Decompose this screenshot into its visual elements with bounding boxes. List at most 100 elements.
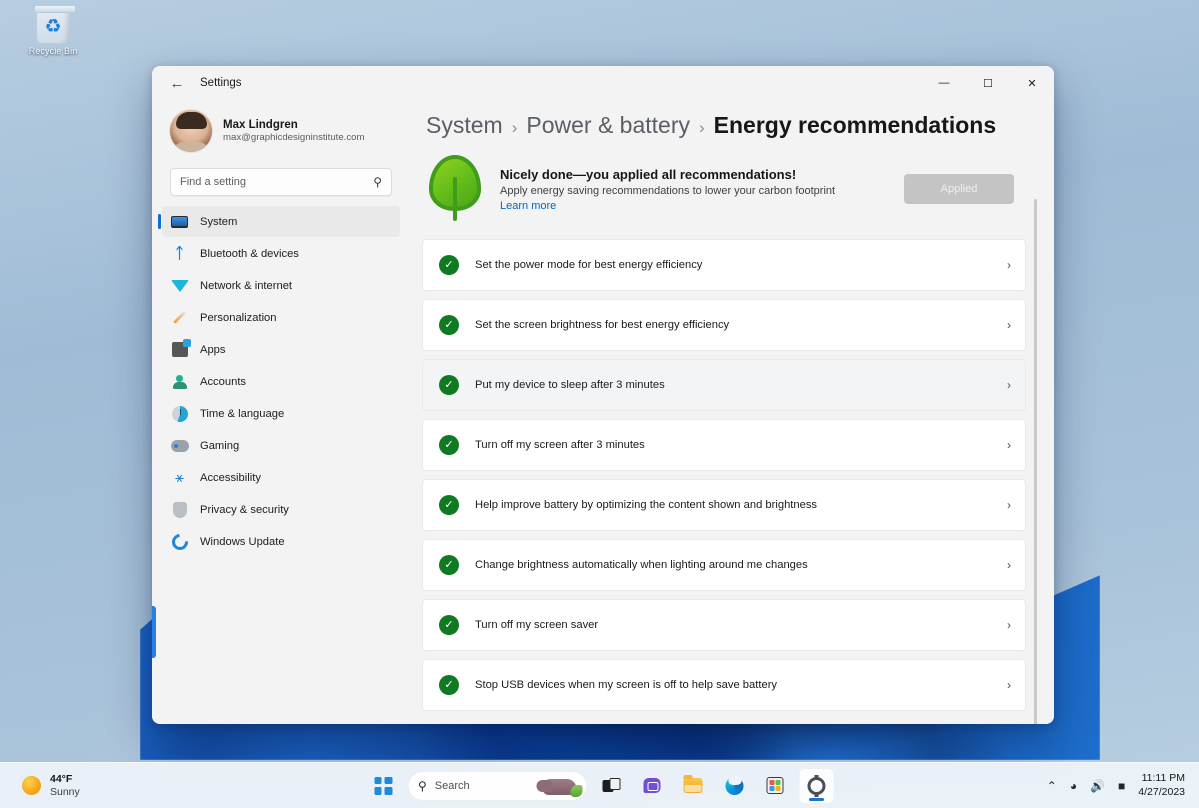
applied-button[interactable]: Applied	[904, 174, 1014, 204]
check-icon: ✓	[439, 555, 459, 575]
recommendation-row[interactable]: ✓ Stop USB devices when my screen is off…	[422, 659, 1026, 711]
chevron-right-icon: ›	[1007, 618, 1011, 632]
apps-icon	[170, 339, 191, 359]
recommendations-list: ✓ Set the power mode for best energy eff…	[422, 239, 1026, 711]
sidebar-nav: System ᛏ Bluetooth & devices Network & i…	[152, 206, 408, 557]
recommendation-row[interactable]: ✓ Change brightness automatically when l…	[422, 539, 1026, 591]
gear-icon	[807, 774, 825, 797]
recommendation-label: Stop USB devices when my screen is off t…	[475, 679, 778, 691]
sidebar-item-personalization[interactable]: Personalization	[162, 302, 400, 333]
sidebar-item-system[interactable]: System	[158, 206, 400, 237]
hero-subtitle: Apply energy saving recommendations to l…	[500, 184, 836, 197]
tray-chevron-up-icon[interactable]: ⌃	[1047, 779, 1057, 793]
recommendation-label: Set the power mode for best energy effic…	[475, 259, 703, 271]
check-icon: ✓	[439, 435, 459, 455]
taskbar-weather-widget[interactable]: 44°F Sunny	[22, 773, 80, 799]
desktop: ♻ Recycle Bin ← Settings — ☐ ✕ Max Lindg…	[0, 0, 1199, 808]
chevron-right-icon: ›	[1007, 678, 1011, 692]
task-view-button[interactable]	[594, 769, 628, 803]
clock-time: 11:11 PM	[1141, 772, 1185, 785]
learn-more-link[interactable]: Learn more	[500, 200, 888, 212]
chevron-right-icon: ›	[1007, 318, 1011, 332]
sidebar-item-bluetooth-devices[interactable]: ᛏ Bluetooth & devices	[162, 238, 400, 269]
recommendation-label: Help improve battery by optimizing the c…	[475, 499, 818, 511]
desktop-icon-recycle-bin[interactable]: ♻ Recycle Bin	[12, 5, 94, 74]
chevron-right-icon: ›	[1007, 438, 1011, 452]
edge-button[interactable]	[717, 769, 751, 803]
sidebar-item-label: Gaming	[200, 439, 240, 452]
sidebar-item-label: Time & language	[200, 407, 285, 420]
hero-text: Nicely done—you applied all recommendati…	[500, 167, 888, 212]
recommendation-label: Put my device to sleep after 3 minutes	[475, 379, 665, 391]
weather-temperature: 44°F	[50, 772, 73, 785]
recycle-symbol-icon: ♻	[44, 16, 62, 38]
back-button[interactable]: ←	[164, 70, 190, 96]
breadcrumb-item-system[interactable]: System	[426, 112, 503, 139]
recycle-bin-label: Recycle Bin	[28, 46, 78, 56]
chat-button[interactable]	[635, 769, 669, 803]
chevron-right-icon: ›	[1007, 498, 1011, 512]
minimize-button[interactable]: —	[922, 66, 966, 100]
sidebar-item-time-language[interactable]: Time & language	[162, 398, 400, 429]
taskbar-search-box[interactable]: ⚲ Search	[407, 770, 587, 801]
chevron-right-icon: ›	[1007, 558, 1011, 572]
account-text: Max Lindgren max@graphicdesigninstitute.…	[223, 119, 364, 143]
sidebar-item-accounts[interactable]: Accounts	[162, 366, 400, 397]
content-scrollbar[interactable]	[1034, 199, 1037, 724]
folder-icon	[683, 775, 703, 793]
recommendation-row[interactable]: ✓ Turn off my screen saver ›	[422, 599, 1026, 651]
sidebar-item-gaming[interactable]: Gaming	[162, 430, 400, 461]
file-explorer-button[interactable]	[676, 769, 710, 803]
sidebar-item-accessibility[interactable]: ⚹ Accessibility	[162, 462, 400, 493]
hippo-icon	[530, 773, 582, 799]
maximize-button[interactable]: ☐	[966, 66, 1010, 100]
paintbrush-icon	[170, 308, 189, 327]
recommendation-label: Set the screen brightness for best energ…	[475, 319, 730, 331]
recommendation-label: Turn off my screen after 3 minutes	[475, 439, 645, 451]
sidebar-item-apps[interactable]: Apps	[162, 334, 400, 365]
check-icon: ✓	[439, 375, 459, 395]
store-button[interactable]	[758, 769, 792, 803]
sidebar-item-label: System	[200, 215, 238, 228]
clock-icon	[170, 404, 189, 423]
recommendation-row[interactable]: ✓ Put my device to sleep after 3 minutes…	[422, 359, 1026, 411]
window-edge-accent	[152, 606, 156, 658]
sidebar-item-windows-update[interactable]: Windows Update	[162, 526, 400, 557]
sidebar-item-privacy-security[interactable]: Privacy & security	[162, 494, 400, 525]
clock-date: 4/27/2023	[1138, 785, 1185, 798]
avatar	[170, 110, 212, 152]
breadcrumb-item-power-battery[interactable]: Power & battery	[526, 112, 690, 139]
content-area: System › Power & battery › Energy recomm…	[408, 100, 1054, 724]
start-button[interactable]	[366, 769, 400, 803]
search-icon: ⚲	[418, 778, 427, 793]
sidebar-item-network-internet[interactable]: Network & internet	[162, 270, 400, 301]
battery-icon[interactable]: ■	[1118, 779, 1125, 793]
sidebar: Max Lindgren max@graphicdesigninstitute.…	[152, 100, 408, 724]
sidebar-item-label: Personalization	[200, 311, 277, 324]
search-input[interactable]: Find a setting ⚲	[170, 168, 392, 196]
sun-icon	[22, 776, 41, 795]
leaf-icon	[426, 155, 484, 223]
close-button[interactable]: ✕	[1010, 66, 1054, 100]
check-icon: ✓	[439, 315, 459, 335]
settings-taskbar-button[interactable]	[799, 768, 833, 803]
speaker-icon[interactable]: 🔊	[1090, 779, 1105, 793]
sidebar-item-label: Accessibility	[200, 471, 261, 484]
account-card[interactable]: Max Lindgren max@graphicdesigninstitute.…	[152, 104, 408, 152]
account-name: Max Lindgren	[223, 119, 298, 131]
sidebar-item-label: Privacy & security	[200, 503, 289, 516]
account-email: max@graphicdesigninstitute.com	[223, 132, 365, 143]
recommendation-row[interactable]: ✓ Set the screen brightness for best ene…	[422, 299, 1026, 351]
recommendation-label: Turn off my screen saver	[475, 619, 599, 631]
recycle-bin-icon: ♻	[34, 5, 76, 44]
recommendation-row[interactable]: ✓ Turn off my screen after 3 minutes ›	[422, 419, 1026, 471]
taskbar-search-label: Search	[434, 779, 470, 792]
check-icon: ✓	[439, 255, 459, 275]
clock[interactable]: 11:11 PM 4/27/2023	[1138, 772, 1185, 798]
edge-icon	[725, 775, 743, 795]
recommendation-row[interactable]: ✓ Help improve battery by optimizing the…	[422, 479, 1026, 531]
bluetooth-icon: ᛏ	[174, 245, 184, 262]
page-title: Energy recommendations	[713, 112, 997, 138]
recommendation-row[interactable]: ✓ Set the power mode for best energy eff…	[422, 239, 1026, 291]
wifi-icon[interactable]: ◕	[1070, 779, 1077, 793]
